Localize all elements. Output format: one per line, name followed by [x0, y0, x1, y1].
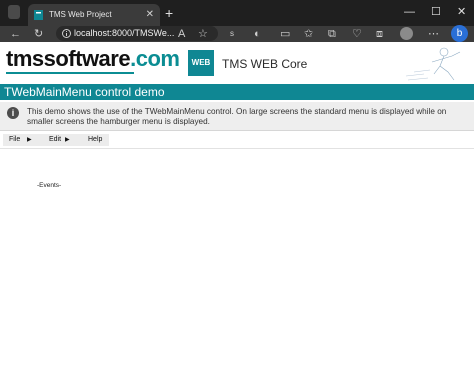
info-icon: i [7, 107, 19, 119]
tab-close-button[interactable]: ✕ [146, 4, 154, 26]
submenu-arrow-icon: ▶ [27, 137, 32, 143]
split-screen-icon[interactable]: ◐ [254, 26, 261, 42]
new-tab-button[interactable]: + [165, 4, 173, 22]
minimize-button[interactable]: — [404, 3, 415, 21]
site-info-icon[interactable] [62, 29, 71, 38]
submenu-arrow-icon: ▶ [65, 137, 70, 143]
profile-icon[interactable] [400, 27, 413, 40]
web-badge: WEB [188, 50, 214, 76]
logo-underline [6, 72, 134, 74]
downloads-icon[interactable]: ⧈ [376, 26, 383, 42]
page-favicon-icon [34, 10, 43, 20]
address-bar[interactable]: localhost:8000/TMSWe... [56, 26, 218, 41]
product-title: TMS WEB Core [222, 57, 308, 71]
tab-actions-button[interactable] [8, 5, 20, 19]
info-text: This demo shows the use of the TWebMainM… [27, 107, 447, 126]
tab-title: TMS Web Project [49, 10, 112, 19]
favorites-icon[interactable]: ✩ [304, 26, 313, 42]
url-text: localhost:8000/TMSWe... [74, 28, 175, 38]
menu-item-edit[interactable]: Edit ▶ [39, 134, 75, 146]
runner-illustration-icon [405, 47, 461, 81]
back-icon[interactable]: ← [10, 26, 21, 42]
browser-essentials-icon[interactable]: ♡ [352, 26, 362, 42]
maximize-button[interactable]: ☐ [431, 3, 441, 21]
split-tab-icon[interactable]: ▭ [280, 26, 290, 42]
menu-item-help[interactable]: Help [75, 134, 109, 146]
close-window-button[interactable]: ✕ [457, 3, 466, 21]
copilot-icon[interactable]: b [451, 25, 468, 42]
extension-icon[interactable]: s [230, 26, 234, 42]
page-title: TWebMainMenu control demo [4, 85, 165, 99]
collections-icon[interactable]: ⧉ [328, 26, 336, 42]
favorite-icon[interactable]: ☆ [198, 26, 208, 42]
info-box: i This demo shows the use of the TWebMai… [0, 102, 474, 131]
tmssoftware-logo[interactable]: tmssoftware.com [6, 46, 180, 74]
refresh-icon[interactable]: ↻ [34, 26, 43, 42]
page-banner: TWebMainMenu control demo [0, 84, 474, 100]
events-label: -Events- [37, 182, 62, 189]
main-menu-bar: File ▶ Edit ▶ Help [0, 132, 474, 149]
menu-item-file[interactable]: File ▶ [3, 134, 39, 146]
site-header: tmssoftware.com WEB TMS WEB Core [0, 42, 474, 84]
more-icon[interactable]: ⋯ [428, 26, 439, 42]
browser-tab[interactable]: TMS Web Project ✕ [28, 4, 160, 26]
browser-toolbar: ← ↻ localhost:8000/TMSWe... A ☆ s ◐ ▭ ✩ … [0, 25, 474, 42]
read-aloud-icon[interactable]: A [178, 26, 185, 42]
browser-title-bar: TMS Web Project ✕ + — ☐ ✕ [0, 0, 474, 26]
